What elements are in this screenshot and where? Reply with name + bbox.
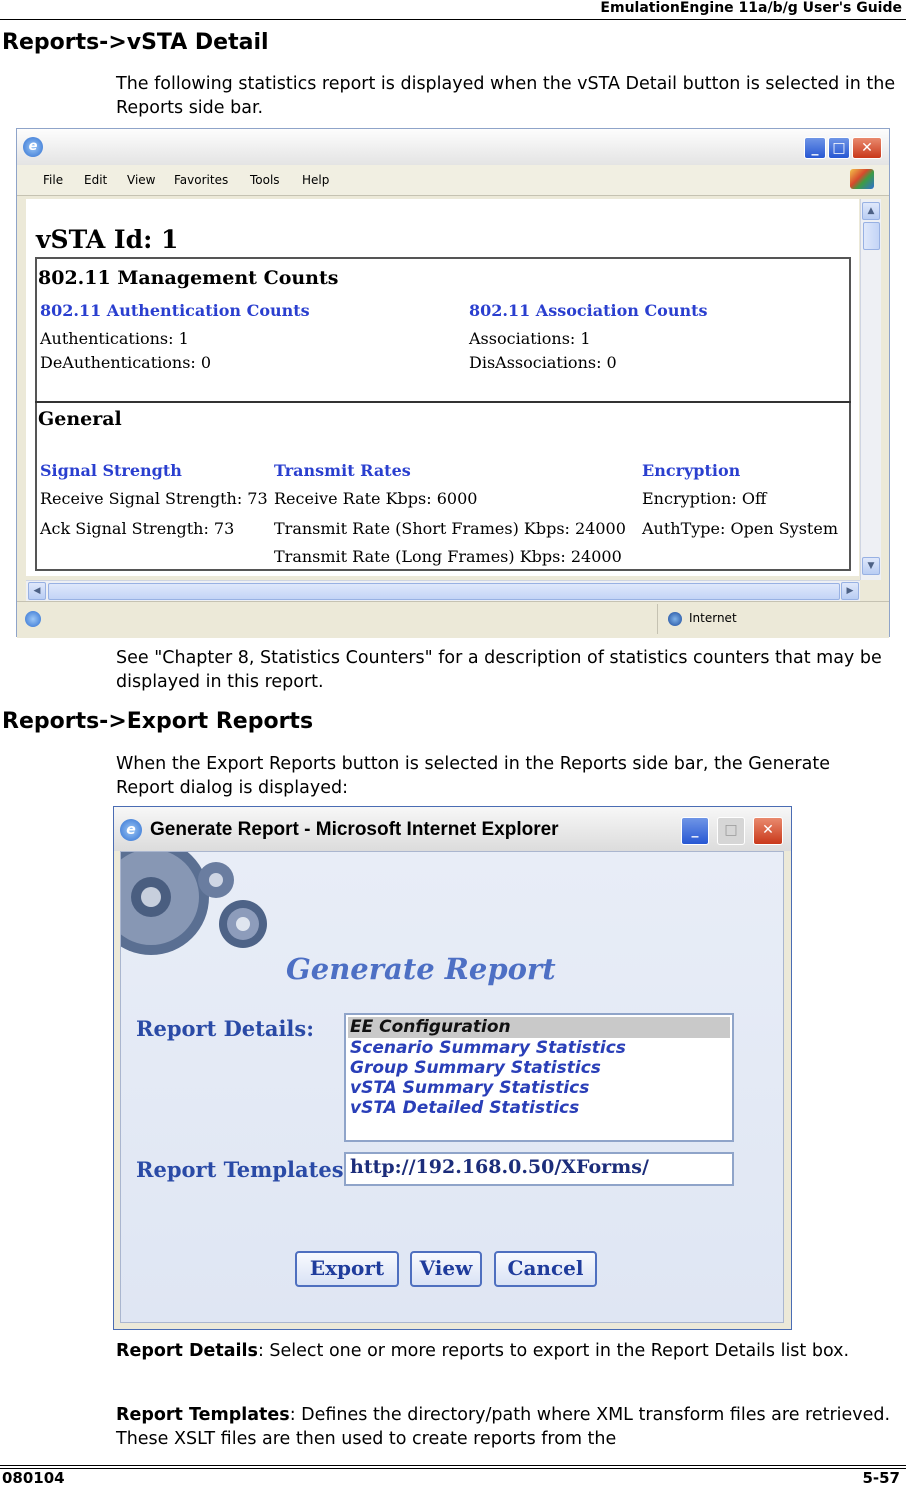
maximize-button: □	[717, 817, 745, 845]
auth-line: Authentications: 1	[40, 329, 189, 348]
horizontal-scroll-thumb[interactable]	[48, 583, 840, 600]
templates-term: Report Templates	[116, 1405, 290, 1425]
report-templates-label: Report Templates	[136, 1157, 344, 1182]
section-heading-vsta-detail: Reports->vSTA Detail	[2, 30, 269, 55]
signal-heading: Signal Strength	[40, 461, 182, 480]
report-templates-field[interactable]: http://192.168.0.50/XForms/	[344, 1152, 734, 1186]
minimize-button[interactable]: _	[804, 137, 826, 159]
rate-line: Transmit Rate (Short Frames) Kbps: 24000	[274, 519, 626, 538]
zone-label: Internet	[689, 611, 737, 625]
report-title: vSTA Id: 1	[36, 225, 179, 254]
scroll-thumb[interactable]	[863, 222, 880, 250]
assoc-line: Associations: 1	[469, 329, 591, 348]
cancel-button[interactable]: Cancel	[494, 1251, 597, 1287]
list-item[interactable]: EE Configuration	[350, 1017, 511, 1037]
signal-line: Receive Signal Strength: 73	[40, 489, 268, 508]
disassoc-line: DisAssociations: 0	[469, 353, 617, 372]
close-button[interactable]: ✕	[753, 817, 783, 845]
report-details-listbox[interactable]: EE Configuration Scenario Summary Statis…	[344, 1013, 734, 1142]
browser-window-screenshot: e _ □ ✕ File Edit View Favorites Tools H…	[16, 128, 890, 638]
section-intro-export: When the Export Reports button is select…	[116, 754, 830, 798]
section-divider	[35, 401, 851, 403]
scroll-right-icon[interactable]: ▶	[841, 582, 859, 600]
authtype-line: AuthType: Open System	[642, 519, 838, 538]
browser-title-bar: e _ □ ✕	[17, 129, 889, 165]
list-item[interactable]: vSTA Detailed Statistics	[350, 1098, 579, 1118]
status-divider	[657, 604, 658, 634]
gears-icon	[121, 852, 267, 955]
generate-report-dialog-screenshot: e Generate Report - Microsoft Internet E…	[113, 806, 792, 1330]
rate-line: Transmit Rate (Long Frames) Kbps: 24000	[274, 547, 622, 566]
menu-favorites[interactable]: Favorites	[174, 173, 228, 187]
page-number: 5-57	[862, 1469, 900, 1487]
list-item[interactable]: Group Summary Statistics	[350, 1058, 601, 1078]
close-button[interactable]: ✕	[852, 137, 882, 159]
details-term: Report Details	[116, 1341, 258, 1361]
menu-edit[interactable]: Edit	[84, 173, 107, 187]
view-button[interactable]: View	[410, 1251, 482, 1287]
deauth-line: DeAuthentications: 0	[40, 353, 212, 372]
dialog-content: Generate Report Report Details: EE Confi…	[120, 851, 784, 1323]
ie-logo-icon: e	[120, 819, 142, 841]
windows-flag-icon	[850, 169, 874, 189]
list-item[interactable]: vSTA Summary Statistics	[350, 1078, 589, 1098]
menu-tools[interactable]: Tools	[250, 173, 280, 187]
auth-heading: 802.11 Authentication Counts	[40, 301, 310, 320]
doc-id: 080104	[2, 1469, 65, 1487]
guide-title: EmulationEngine 11a/b/g User's Guide	[600, 0, 902, 16]
maximize-button[interactable]: □	[828, 137, 850, 159]
rate-line: Receive Rate Kbps: 6000	[274, 489, 478, 508]
page-icon	[25, 611, 41, 627]
browser-status-bar: Internet	[17, 601, 889, 638]
scroll-up-icon[interactable]: ▲	[862, 202, 880, 220]
footer-rule	[0, 1465, 906, 1469]
browser-menu-bar: File Edit View Favorites Tools Help	[17, 165, 889, 196]
report-content-area: vSTA Id: 1 802.11 Management Counts 802.…	[26, 199, 859, 576]
dialog-window-title: Generate Report - Microsoft Internet Exp…	[150, 819, 559, 840]
assoc-heading: 802.11 Association Counts	[469, 301, 708, 320]
templates-description: Report Templates: Defines the directory/…	[116, 1403, 901, 1451]
minimize-button[interactable]: _	[681, 817, 709, 845]
menu-file[interactable]: File	[43, 173, 63, 187]
horizontal-scrollbar[interactable]: ◀ ▶	[26, 580, 860, 601]
vertical-scrollbar[interactable]: ▲ ▼	[860, 199, 881, 580]
rates-heading: Transmit Rates	[274, 461, 411, 480]
details-description: Report Details: Select one or more repor…	[116, 1339, 896, 1363]
encryption-line: Encryption: Off	[642, 489, 767, 508]
section-after-vsta: See "Chapter 8, Statistics Counters" for…	[116, 648, 882, 692]
menu-help[interactable]: Help	[302, 173, 329, 187]
scroll-down-icon[interactable]: ▼	[862, 557, 880, 575]
section-intro-vsta: The following statistics report is displ…	[116, 74, 896, 118]
details-text: : Select one or more reports to export i…	[257, 1341, 850, 1361]
menu-view[interactable]: View	[127, 173, 155, 187]
mgmt-heading: 802.11 Management Counts	[38, 267, 339, 289]
header-rule	[0, 19, 906, 20]
report-details-label: Report Details:	[136, 1016, 314, 1041]
encryption-heading: Encryption	[642, 461, 741, 480]
globe-icon	[668, 612, 682, 626]
dialog-title-bar: e Generate Report - Microsoft Internet E…	[114, 807, 791, 851]
list-item[interactable]: Scenario Summary Statistics	[350, 1038, 626, 1058]
export-button[interactable]: Export	[295, 1251, 399, 1287]
general-heading: General	[38, 408, 122, 430]
section-heading-export-reports: Reports->Export Reports	[2, 709, 314, 734]
dialog-banner-title: Generate Report	[286, 952, 556, 986]
scroll-left-icon[interactable]: ◀	[28, 582, 46, 600]
ie-logo-icon: e	[23, 137, 43, 157]
signal-line: Ack Signal Strength: 73	[40, 519, 235, 538]
